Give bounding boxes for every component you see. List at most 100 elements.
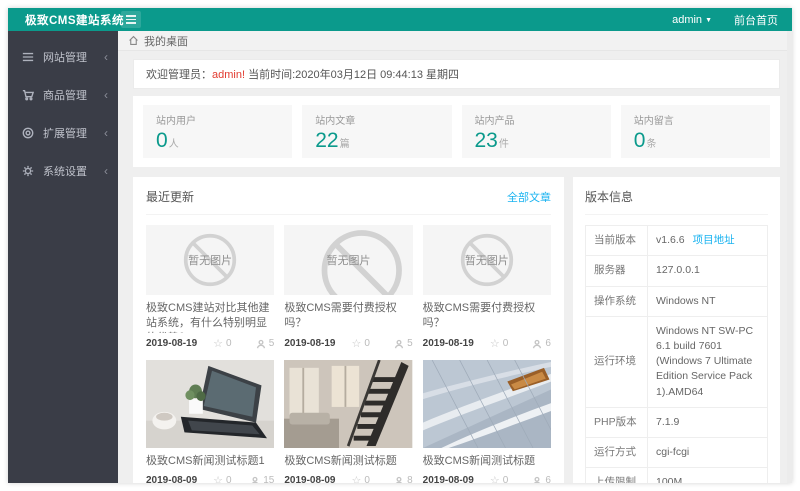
no-image-placeholder[interactable]: 暂无图片 — [146, 225, 274, 295]
staircase-interior-photo[interactable] — [284, 360, 412, 448]
article-date: 2019-08-09 — [423, 475, 474, 483]
article-card: 暂无图片 极致CMS需要付费授权吗？ 2019-08-19 ☆0 6 — [423, 225, 551, 350]
table-row: 运行方式 cgi-fcgi — [586, 438, 768, 468]
star-count: ☆0 — [213, 474, 231, 483]
panel-title: 最近更新 — [146, 188, 194, 205]
hamburger-menu-icon[interactable] — [121, 11, 141, 28]
sidebar-item-site[interactable]: 网站管理 ‹ — [8, 38, 118, 76]
version-value: cgi-fcgi — [648, 438, 768, 468]
stat-card-messages: 站内留言 0条 — [621, 105, 770, 158]
breadcrumb: 我的桌面 — [118, 31, 792, 51]
stat-value: 22篇 — [315, 129, 438, 152]
article-date: 2019-08-19 — [423, 338, 474, 349]
star-count: ☆0 — [351, 337, 369, 350]
list-icon — [22, 51, 34, 63]
scrollbar[interactable] — [787, 31, 792, 483]
article-card: 极致CMS新闻测试标题 2019-08-09 ☆0 8 — [284, 360, 412, 483]
person-icon — [394, 476, 404, 483]
extension-icon — [22, 127, 34, 139]
chevron-left-icon: ‹ — [104, 88, 108, 102]
version-table: 当前版本 v1.6.6项目地址 服务器 127.0.0.1 操作系统 Windo… — [585, 225, 768, 483]
version-value: 7.1.9 — [648, 407, 768, 437]
star-count: ☆0 — [213, 337, 231, 350]
article-title[interactable]: 极致CMS需要付费授权吗？ — [284, 301, 412, 333]
article-date: 2019-08-09 — [146, 475, 197, 483]
chevron-down-icon: ▼ — [705, 17, 712, 24]
welcome-prefix: 欢迎管理员： — [146, 69, 212, 81]
star-count: ☆0 — [351, 474, 369, 483]
sidebar-item-label: 扩展管理 — [43, 125, 87, 141]
panel-title: 版本信息 — [585, 188, 633, 205]
table-row: 上传限制 100M — [586, 468, 768, 483]
article-title[interactable]: 极致CMS建站对比其他建站系统，有什么特别明显的优势？ — [146, 301, 274, 333]
welcome-username: admin! — [212, 69, 245, 81]
article-title[interactable]: 极致CMS需要付费授权吗？ — [423, 301, 551, 333]
article-date: 2019-08-09 — [284, 475, 335, 483]
sidebar-item-extension[interactable]: 扩展管理 ‹ — [8, 114, 118, 152]
welcome-bar: 欢迎管理员：admin! 当前时间:2020年03月12日 09:44:13 星… — [133, 59, 780, 89]
main-area: 我的桌面 欢迎管理员：admin! 当前时间:2020年03月12日 09:44… — [118, 31, 792, 483]
cart-icon — [22, 89, 34, 101]
version-info-panel: 版本信息 当前版本 v1.6.6项目地址 服务器 127.0.0.1 — [573, 177, 780, 483]
view-count: 6 — [532, 338, 551, 349]
chevron-left-icon: ‹ — [104, 164, 108, 178]
view-count: 5 — [256, 338, 275, 349]
table-row: PHP版本 7.1.9 — [586, 407, 768, 437]
person-icon — [532, 339, 542, 349]
version-value: 127.0.0.1 — [648, 256, 768, 286]
sidebar-item-label: 商品管理 — [43, 87, 87, 103]
star-count: ☆0 — [490, 337, 508, 350]
table-row: 运行环境 Windows NT SW-PC 6.1 build 7601 (Wi… — [586, 316, 768, 407]
stat-value: 23件 — [475, 129, 598, 152]
sidebar-item-label: 系统设置 — [43, 163, 87, 179]
article-title[interactable]: 极致CMS新闻测试标题1 — [146, 454, 274, 470]
view-count: 6 — [532, 475, 551, 483]
gear-icon — [22, 165, 34, 177]
sidebar-item-goods[interactable]: 商品管理 ‹ — [8, 76, 118, 114]
stat-card-users: 站内用户 0人 — [143, 105, 292, 158]
no-image-placeholder[interactable]: 暂无图片 — [423, 225, 551, 295]
person-icon — [394, 339, 404, 349]
stat-value: 0条 — [634, 129, 757, 152]
project-url-link[interactable]: 项目地址 — [693, 234, 735, 246]
person-icon — [250, 476, 260, 483]
star-icon: ☆ — [213, 337, 223, 350]
placeholder-label: 暂无图片 — [326, 252, 370, 268]
person-icon — [532, 476, 542, 483]
chevron-left-icon: ‹ — [104, 126, 108, 140]
stat-value: 0人 — [156, 129, 279, 152]
version-value: Windows NT — [648, 286, 768, 316]
star-icon: ☆ — [213, 474, 223, 483]
table-row: 操作系统 Windows NT — [586, 286, 768, 316]
stat-label: 站内文章 — [315, 112, 438, 127]
star-icon: ☆ — [490, 474, 500, 483]
article-card: 暂无图片 极致CMS建站对比其他建站系统，有什么特别明显的优势？ 2019-08… — [146, 225, 274, 350]
view-count: 5 — [394, 338, 413, 349]
user-menu[interactable]: admin▼ — [672, 14, 712, 26]
laptop-desk-photo[interactable] — [146, 360, 274, 448]
placeholder-label: 暂无图片 — [188, 252, 232, 268]
view-count: 15 — [250, 475, 274, 483]
star-icon: ☆ — [351, 474, 361, 483]
article-title[interactable]: 极致CMS新闻测试标题 — [423, 454, 551, 470]
table-row: 服务器 127.0.0.1 — [586, 256, 768, 286]
frontend-home-link[interactable]: 前台首页 — [734, 12, 778, 28]
stat-card-articles: 站内文章 22篇 — [302, 105, 451, 158]
recent-updates-panel: 最近更新 全部文章 暂无图片 极致CMS建站对比其他建站系统，有什么特别明显的优… — [133, 177, 564, 483]
placeholder-label: 暂无图片 — [465, 252, 509, 268]
welcome-time: 当前时间:2020年03月12日 09:44:13 星期四 — [245, 69, 459, 81]
version-value: 100M — [648, 468, 768, 483]
home-icon — [128, 35, 139, 46]
chevron-left-icon: ‹ — [104, 50, 108, 64]
no-image-placeholder[interactable]: 暂无图片 — [284, 225, 412, 295]
breadcrumb-item[interactable]: 我的桌面 — [144, 33, 188, 49]
article-card: 暂无图片 极致CMS需要付费授权吗？ 2019-08-19 ☆0 5 — [284, 225, 412, 350]
sidebar-item-settings[interactable]: 系统设置 ‹ — [8, 152, 118, 190]
roof-architecture-photo[interactable] — [423, 360, 551, 448]
star-count: ☆0 — [490, 474, 508, 483]
stat-label: 站内用户 — [156, 112, 279, 127]
article-title[interactable]: 极致CMS新闻测试标题 — [284, 454, 412, 470]
all-articles-link[interactable]: 全部文章 — [507, 189, 551, 205]
article-date: 2019-08-19 — [284, 338, 335, 349]
stat-label: 站内产品 — [475, 112, 598, 127]
